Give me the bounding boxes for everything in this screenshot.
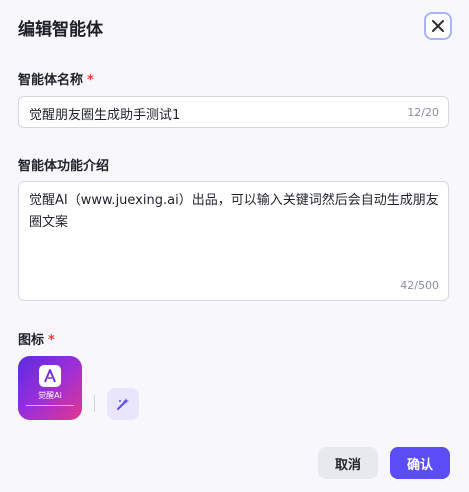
icon-label-text: 图标	[18, 333, 45, 348]
agent-avatar[interactable]: 觉醒Ai	[18, 356, 82, 420]
confirm-button[interactable]: 确认	[390, 447, 450, 479]
sparkle-magic-icon	[117, 398, 129, 410]
divider	[94, 395, 95, 412]
brand-logo-icon	[39, 365, 61, 387]
agent-description-textarea[interactable]: 觉醒AI（www.juexing.ai）出品，可以输入关键词然后会自动生成朋友圈…	[18, 181, 449, 301]
agent-description-value: 觉醒AI（www.juexing.ai）出品，可以输入关键词然后会自动生成朋友圈…	[29, 193, 439, 230]
agent-name-value: 觉醒朋友圈生成助手测试1	[29, 108, 181, 123]
edit-agent-dialog: 编辑智能体 智能体名称 * 觉醒朋友圈生成助手测试1 12/20 智能体功能介绍 …	[0, 0, 469, 492]
agent-name-label-text: 智能体名称	[18, 73, 84, 88]
agent-name-input[interactable]: 觉醒朋友圈生成助手测试1 12/20	[18, 96, 449, 128]
generate-icon-button[interactable]	[107, 388, 139, 420]
cancel-button[interactable]: 取消	[318, 447, 378, 479]
required-mark: *	[87, 73, 94, 88]
agent-description-counter: 42/500	[400, 279, 439, 292]
icon-label: 图标 *	[18, 329, 55, 348]
avatar-tagline-graphic	[18, 404, 82, 408]
agent-name-label: 智能体名称 *	[18, 69, 94, 88]
close-button[interactable]	[424, 12, 452, 40]
close-icon	[432, 20, 444, 32]
avatar-brand-text: 觉醒Ai	[38, 391, 62, 400]
required-mark: *	[48, 333, 55, 348]
agent-description-label: 智能体功能介绍	[18, 159, 110, 174]
agent-name-counter: 12/20	[407, 106, 439, 119]
dialog-title: 编辑智能体	[18, 20, 103, 40]
